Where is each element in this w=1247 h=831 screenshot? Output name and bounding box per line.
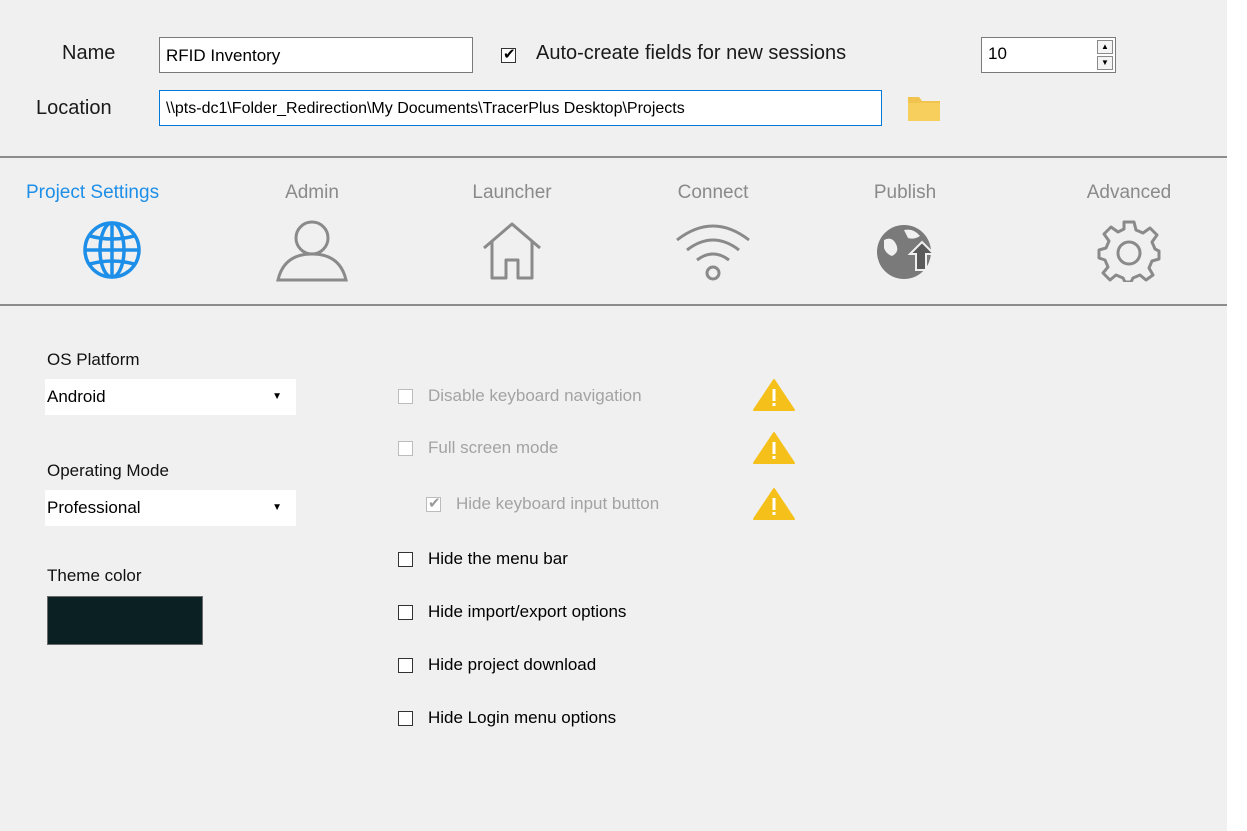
chevron-down-icon: ▼ <box>272 502 282 513</box>
gear-icon <box>1097 220 1161 282</box>
location-field[interactable]: \\pts-dc1\Folder_Redirection\My Document… <box>159 90 882 126</box>
option-label: Full screen mode <box>428 438 559 457</box>
os-platform-value: Android <box>47 387 106 406</box>
name-field[interactable]: RFID Inventory <box>159 37 473 73</box>
tab-project-settings-label: Project Settings <box>26 182 160 203</box>
tab-admin[interactable]: Admin <box>227 182 397 282</box>
tab-advanced[interactable]: Advanced <box>1044 182 1214 282</box>
warning-icon <box>753 379 795 411</box>
theme-color-swatch[interactable] <box>47 596 203 645</box>
tabs-divider <box>0 304 1227 306</box>
settings-panel: Name RFID Inventory ✔ Auto-create fields… <box>0 0 1227 831</box>
option-label: Hide import/export options <box>428 602 627 621</box>
tab-publish[interactable]: Publish <box>820 182 990 282</box>
tab-admin-label: Admin <box>285 182 339 203</box>
globe-icon <box>83 221 141 279</box>
option-label: Disable keyboard navigation <box>428 386 642 405</box>
name-label: Name <box>62 42 116 64</box>
auto-create-checkbox[interactable]: ✔ <box>501 46 516 63</box>
checkbox[interactable] <box>398 441 413 456</box>
tab-launcher-label: Launcher <box>472 182 552 203</box>
operating-mode-value: Professional <box>47 498 141 517</box>
checkbox[interactable] <box>398 389 413 404</box>
location-label: Location <box>36 97 112 119</box>
theme-color-label: Theme color <box>47 566 142 585</box>
tab-connect[interactable]: Connect <box>628 182 798 282</box>
checkbox[interactable]: ✔ <box>426 495 441 512</box>
tab-connect-label: Connect <box>677 182 749 203</box>
wifi-icon <box>676 224 750 281</box>
home-icon <box>483 222 541 280</box>
header-divider <box>0 156 1227 158</box>
tab-project-settings[interactable]: Project Settings <box>26 182 196 282</box>
folder-icon[interactable] <box>906 91 942 128</box>
spin-up-button[interactable]: ▲ <box>1097 40 1113 54</box>
checkbox[interactable] <box>398 605 413 620</box>
warning-icon <box>753 432 795 464</box>
tab-launcher[interactable]: Launcher <box>427 182 597 282</box>
auto-create-label: Auto-create fields for new sessions <box>536 42 847 64</box>
os-platform-label: OS Platform <box>47 350 140 369</box>
check-mark-icon: ✔ <box>503 46 516 63</box>
user-icon <box>276 220 348 282</box>
warning-icon <box>753 488 795 520</box>
os-platform-select[interactable]: Android ▼ <box>45 379 296 415</box>
option-label: Hide the menu bar <box>428 549 568 568</box>
tab-advanced-label: Advanced <box>1086 182 1172 203</box>
option-label: Hide keyboard input button <box>456 494 660 513</box>
spin-down-button[interactable]: ▼ <box>1097 56 1113 70</box>
operating-mode-label: Operating Mode <box>47 461 169 480</box>
publish-globe-icon <box>877 225 937 279</box>
option-label: Hide project download <box>428 655 597 674</box>
auto-create-count-spinner[interactable]: 10 ▲ ▼ <box>981 37 1116 73</box>
checkbox[interactable] <box>398 658 413 673</box>
tab-publish-label: Publish <box>873 182 937 203</box>
checkbox[interactable] <box>398 711 413 726</box>
checkbox[interactable] <box>398 552 413 567</box>
auto-create-count-value: 10 <box>988 44 1007 63</box>
operating-mode-select[interactable]: Professional ▼ <box>45 490 296 526</box>
option-label: Hide Login menu options <box>428 708 617 727</box>
chevron-down-icon: ▼ <box>272 391 282 402</box>
check-mark-icon: ✔ <box>428 495 441 512</box>
